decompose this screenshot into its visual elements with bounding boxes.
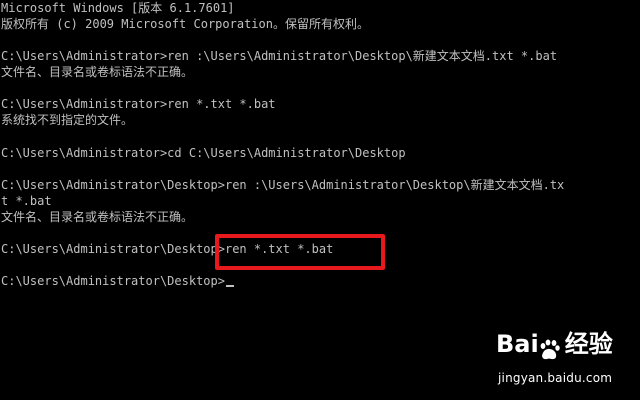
paw-icon (540, 339, 560, 360)
text-cursor (225, 285, 234, 287)
console-line-command-wrap: t *.bat (1, 194, 52, 208)
console-line-copyright: 版权所有 (c) 2009 Microsoft Corporation。保留所有… (1, 17, 369, 31)
console-line-command: C:\Users\Administrator>ren *.txt *.bat (1, 97, 276, 111)
console-line-error: 文件名、目录名或卷标语法不正确。 (1, 210, 194, 224)
console-line-error: 系统找不到指定的文件。 (1, 113, 134, 127)
console-line-prompt[interactable]: C:\Users\Administrator\Desktop> (1, 273, 234, 289)
command-prompt-window[interactable]: Microsoft Windows [版本 6.1.7601] 版权所有 (c)… (0, 0, 640, 400)
console-line-command: C:\Users\Administrator\Desktop>ren :\Use… (1, 178, 565, 192)
highlight-box (215, 234, 385, 270)
baidu-jingyan-watermark: Bai 经验 jingyan.baidu.com (496, 332, 626, 392)
watermark-site: jingyan.baidu.com (498, 371, 613, 385)
console-line-error: 文件名、目录名或卷标语法不正确。 (1, 65, 194, 79)
prompt-text: C:\Users\Administrator\Desktop> (1, 274, 225, 288)
console-line-version: Microsoft Windows [版本 6.1.7601] (1, 1, 235, 15)
console-line-command: C:\Users\Administrator>cd C:\Users\Admin… (1, 146, 406, 160)
console-line-command: C:\Users\Administrator>ren :\Users\Admin… (1, 49, 558, 63)
